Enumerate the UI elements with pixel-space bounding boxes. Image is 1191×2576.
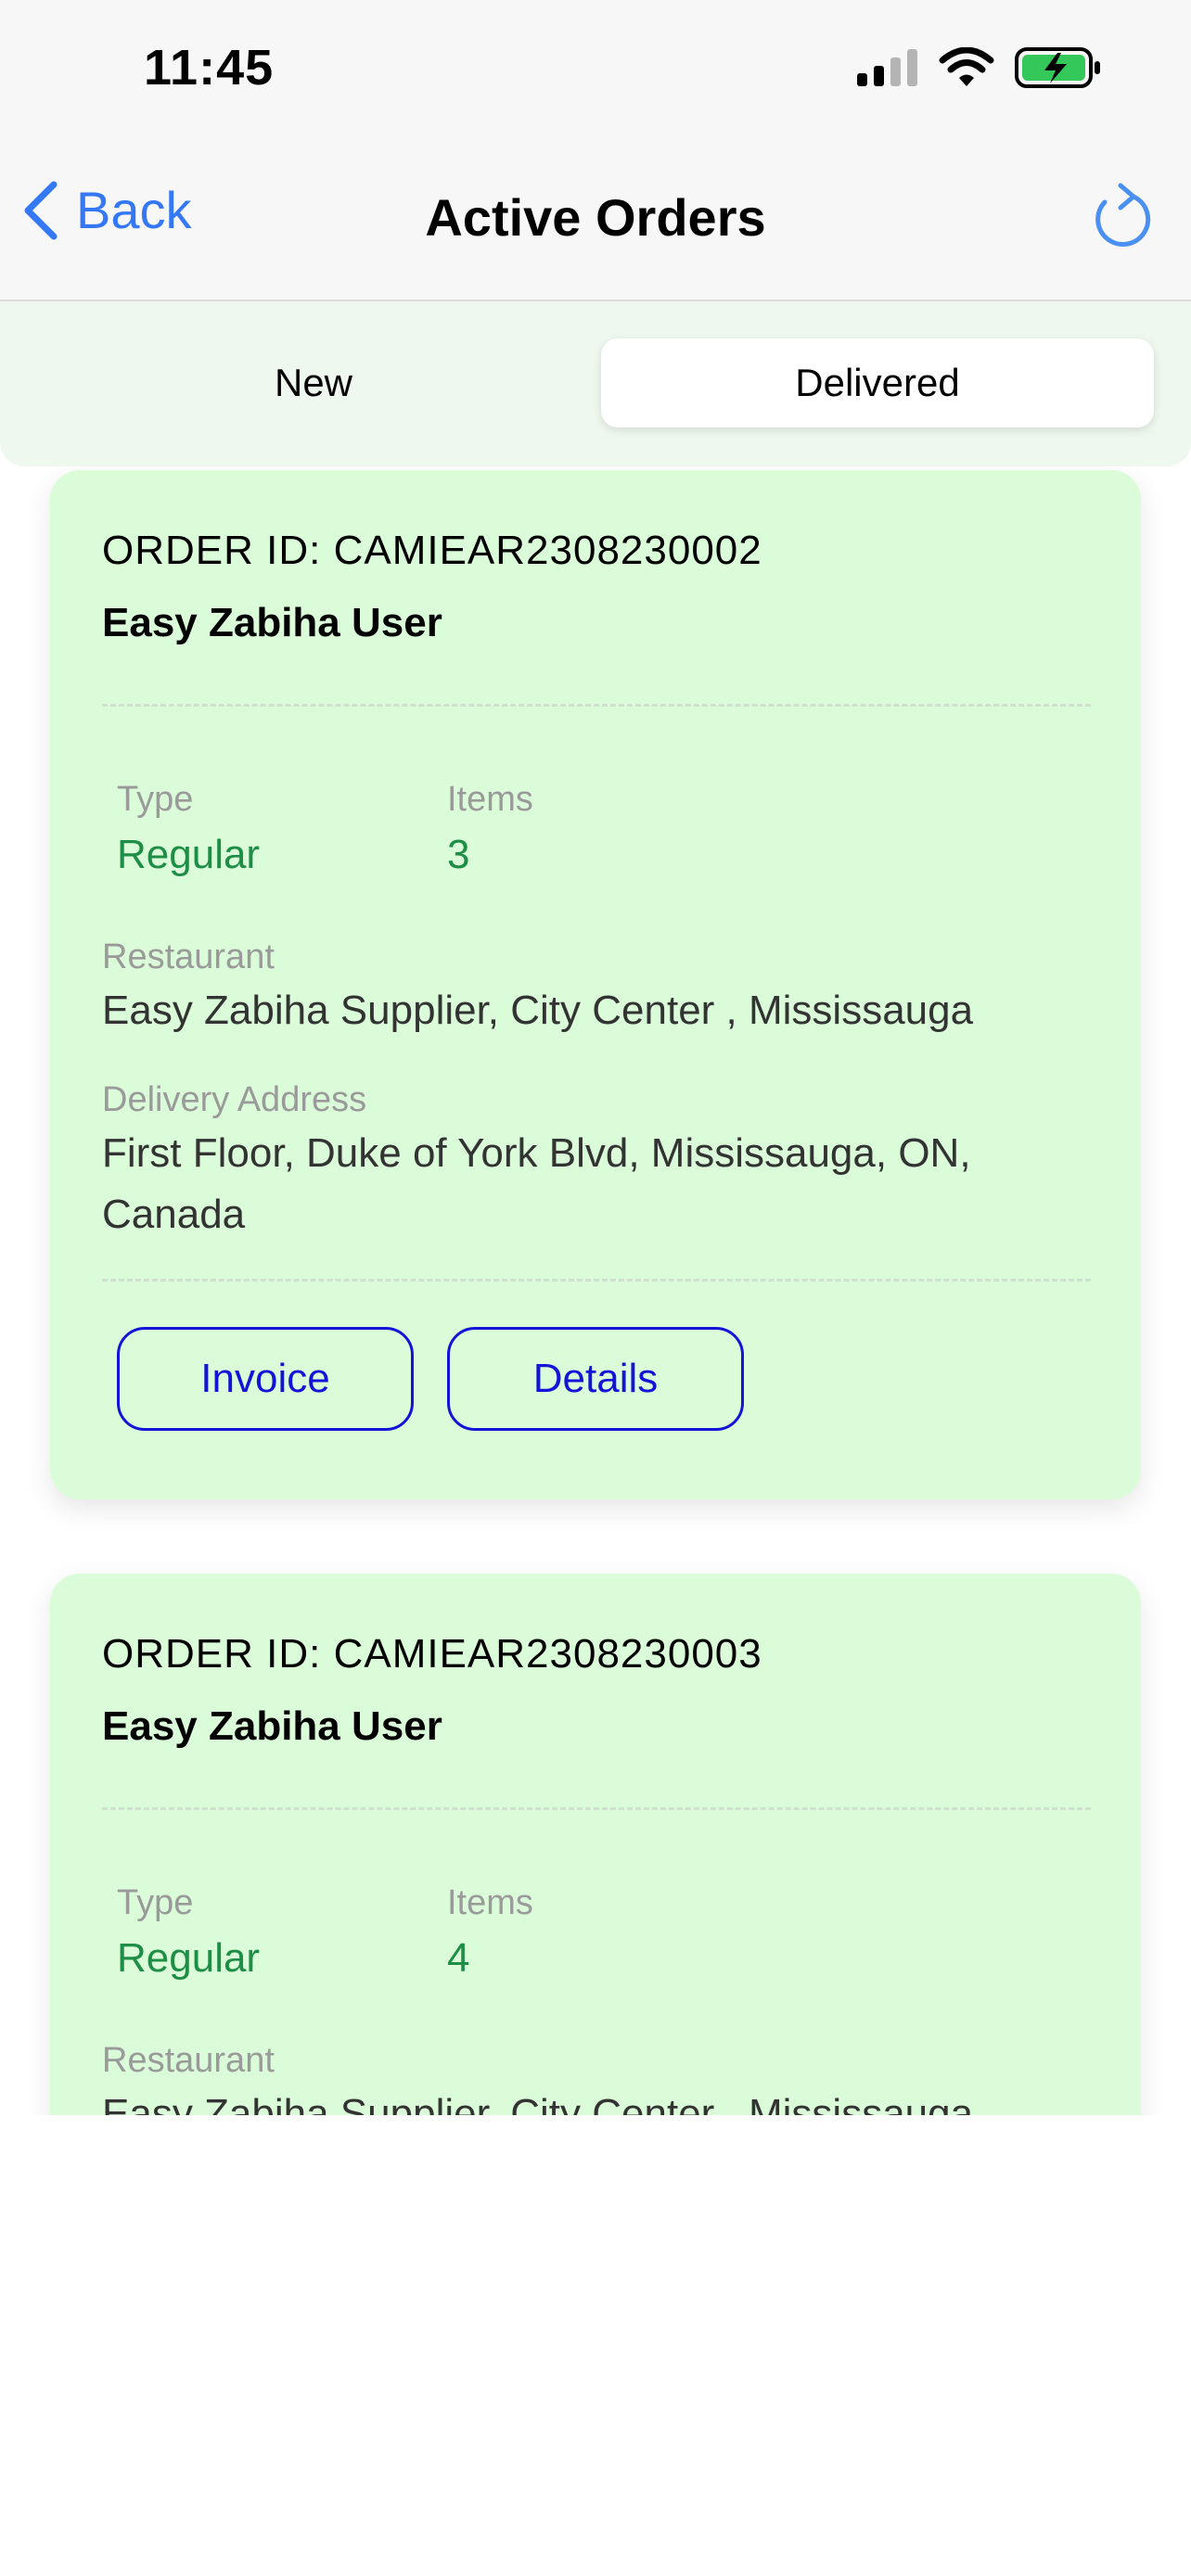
wifi-icon	[939, 47, 994, 86]
dashed-divider	[102, 1279, 1091, 1282]
refresh-button[interactable]	[1093, 182, 1152, 253]
order-card[interactable]: ORDER ID: CAMIEAR2308230003 Easy Zabiha …	[50, 1574, 1141, 2115]
back-label: Back	[76, 181, 192, 239]
status-icons	[857, 46, 1102, 89]
customer-name: Easy Zabiha User	[102, 1703, 442, 1749]
status-bar: 11:45	[0, 0, 1191, 139]
restaurant-label: Restaurant	[102, 2041, 275, 2080]
restaurant-label: Restaurant	[102, 937, 275, 976]
order-type-value: Regular	[117, 1935, 261, 1981]
segment-new[interactable]: New	[19, 338, 608, 427]
page-title: Active Orders	[425, 188, 766, 247]
customer-name: Easy Zabiha User	[102, 600, 442, 645]
items-count-value: 3	[447, 832, 470, 877]
order-id: ORDER ID: CAMIEAR2308230002	[102, 528, 762, 573]
type-label: Type	[117, 1883, 194, 1922]
order-id: ORDER ID: CAMIEAR2308230003	[102, 1631, 762, 1677]
orders-list[interactable]: ORDER ID: CAMIEAR2308230002 Easy Zabiha …	[0, 466, 1191, 2115]
items-label: Items	[447, 1883, 533, 1922]
order-type-value: Regular	[117, 832, 261, 877]
status-time: 11:45	[144, 40, 275, 96]
order-status-segmented-control: New Delivered	[0, 301, 1191, 466]
delivery-address-value: First Floor, Duke of York Blvd, Mississa…	[102, 1130, 971, 1237]
dashed-divider	[102, 1807, 1091, 1810]
restaurant-value: Easy Zabiha Supplier, City Center , Miss…	[102, 2091, 974, 2115]
cellular-signal-icon	[857, 49, 917, 86]
items-label: Items	[447, 780, 533, 819]
battery-charging-icon	[1015, 47, 1100, 88]
dashed-divider	[102, 704, 1091, 707]
segment-delivered[interactable]: Delivered	[601, 338, 1154, 427]
type-label: Type	[117, 780, 194, 819]
items-count-value: 4	[447, 1935, 470, 1981]
invoice-button[interactable]: Invoice	[117, 1327, 414, 1431]
chevron-left-icon	[24, 181, 58, 239]
navigation-bar: Back Active Orders	[0, 139, 1191, 301]
restaurant-value: Easy Zabiha Supplier, City Center , Miss…	[102, 988, 974, 1033]
delivery-address-label: Delivery Address	[102, 1080, 367, 1119]
order-card[interactable]: ORDER ID: CAMIEAR2308230002 Easy Zabiha …	[50, 470, 1141, 1499]
back-button[interactable]: Back	[22, 180, 192, 240]
refresh-icon	[1095, 183, 1151, 247]
details-button[interactable]: Details	[447, 1327, 744, 1431]
